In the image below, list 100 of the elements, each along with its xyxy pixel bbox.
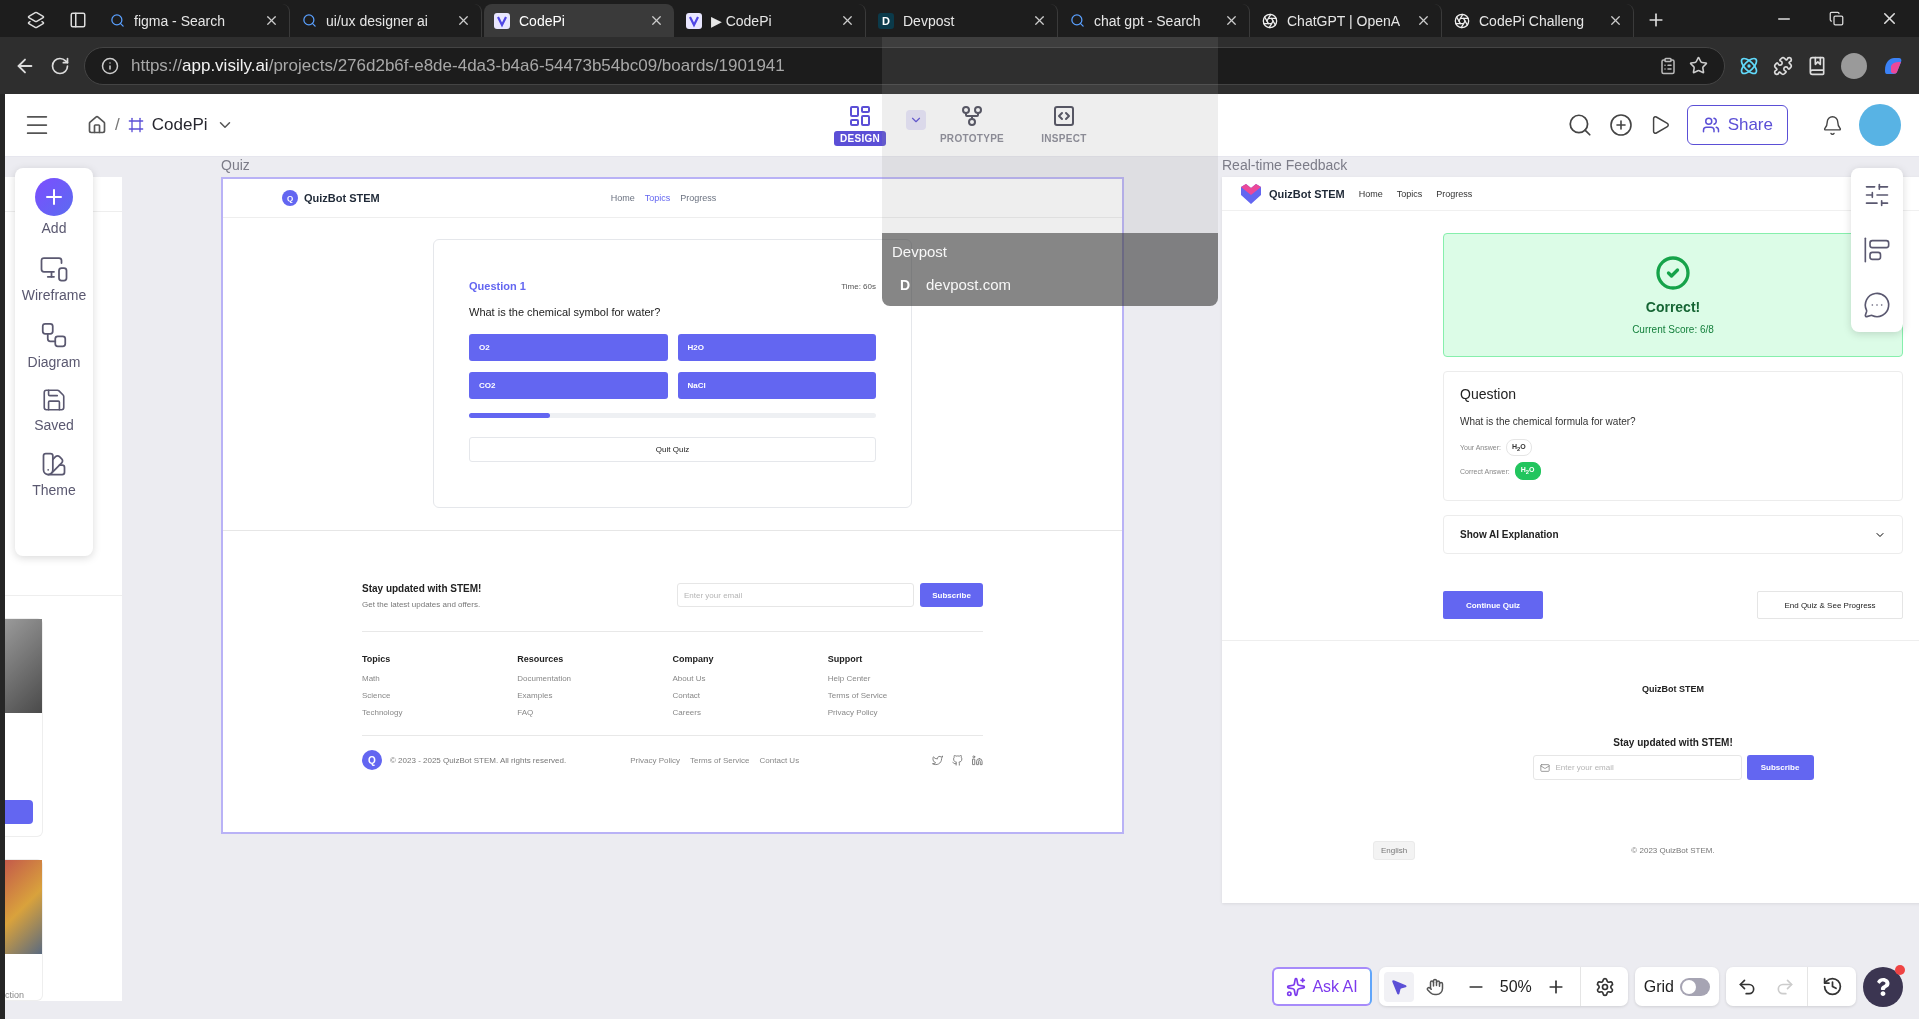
column-heading: Topics (362, 654, 392, 664)
footer-link[interactable]: Examples (517, 687, 673, 704)
linkedin-icon[interactable] (972, 754, 983, 766)
close-icon[interactable] (456, 13, 471, 28)
add-icon[interactable] (1608, 113, 1633, 137)
column-heading: Company (672, 654, 715, 664)
comment-icon[interactable] (1863, 290, 1891, 319)
site-letter: D (900, 276, 912, 293)
footer-link[interactable]: Science (362, 687, 518, 704)
tool-item[interactable]: Add (35, 178, 73, 236)
email-field[interactable]: Enter your email (677, 583, 914, 607)
restore-icon[interactable] (1829, 11, 1844, 26)
close-icon[interactable] (1032, 13, 1047, 28)
bell-icon[interactable] (1822, 114, 1843, 136)
subscribe-button[interactable]: Subscribe (1746, 755, 1814, 780)
footer-link[interactable]: Help Center (827, 670, 983, 687)
help-button[interactable] (1863, 967, 1903, 1007)
share-button[interactable]: Share (1686, 105, 1788, 145)
mode-tab[interactable]: PROTOTYPE (926, 104, 1018, 146)
close-icon[interactable] (1416, 13, 1431, 28)
footer-link[interactable]: Privacy Policy (827, 704, 983, 721)
code-icon (1052, 104, 1076, 128)
bookmarks-icon[interactable] (1807, 55, 1827, 76)
close-icon[interactable] (840, 13, 855, 28)
home-icon[interactable] (87, 115, 107, 135)
info-icon[interactable] (101, 56, 119, 75)
logo-icon (494, 12, 510, 29)
nav-link[interactable]: Home (1358, 188, 1383, 199)
site-letter: D (878, 12, 894, 29)
footer-link[interactable]: Privacy Policy (630, 751, 680, 769)
close-icon[interactable] (1224, 13, 1239, 28)
quit-button[interactable]: Quit Quiz (469, 437, 876, 462)
tool-item[interactable]: Diagram (27, 320, 81, 370)
diagram-icon (39, 320, 69, 350)
star-icon[interactable] (1689, 56, 1708, 75)
footer-link[interactable]: About Us (672, 670, 828, 687)
answer-option[interactable]: CO2 (469, 372, 668, 399)
clipboard-icon[interactable] (1659, 56, 1677, 75)
ask-ai-button[interactable]: Ask AI (1272, 967, 1372, 1006)
close-icon[interactable] (649, 13, 664, 28)
footer-link[interactable]: FAQ (517, 704, 673, 721)
newsletter-title: Stay updated with STEM! (362, 583, 482, 594)
footer-link[interactable]: Terms of Service (827, 687, 983, 704)
search-icon[interactable] (1566, 112, 1593, 138)
answer-option[interactable]: H2O (677, 334, 876, 361)
puzzle-icon[interactable] (1773, 55, 1793, 76)
language-selector[interactable]: English (1373, 841, 1416, 860)
profile-avatar[interactable] (1841, 52, 1867, 79)
address-bar[interactable]: https://app.visily.ai/projects/276d2b6f-e8de-4da3-b4a6-54473b54bc09/boards/1901941 (84, 46, 1725, 85)
answer-option[interactable]: O2 (469, 334, 668, 361)
mode-dropdown[interactable] (906, 110, 926, 130)
search-icon (110, 13, 125, 28)
email-field[interactable]: Enter your email (1532, 755, 1742, 780)
answer-option[interactable]: NaCl (677, 372, 876, 399)
nav-link[interactable]: Progress (680, 193, 717, 203)
mode-tab[interactable]: INSPECT (1018, 104, 1110, 146)
footer-link[interactable]: Math (362, 670, 518, 687)
footer-link[interactable]: Contact Us (759, 751, 800, 769)
pointer-tool[interactable] (1383, 971, 1414, 1002)
tool-item[interactable]: Saved (34, 387, 74, 433)
aperture-icon (1454, 12, 1470, 29)
question-number: Question 1 (469, 280, 526, 292)
mode-tab[interactable]: DESIGN (814, 104, 906, 146)
reload-icon[interactable] (50, 55, 70, 76)
subscribe-button[interactable]: Subscribe (920, 583, 983, 607)
align-icon[interactable] (1863, 236, 1891, 264)
footer-link[interactable]: Technology (362, 704, 518, 721)
nav-link[interactable]: Topics (1396, 188, 1423, 199)
copyright-text: © 2023 - 2025 QuizBot STEM. All rights reserved. (390, 755, 567, 765)
settings-icon[interactable] (1594, 976, 1615, 997)
tool-item[interactable]: Theme (32, 450, 76, 498)
footer-link[interactable]: Contact (672, 687, 828, 704)
footer-link[interactable]: Terms of Service (690, 751, 750, 769)
nav-link[interactable]: Home (610, 193, 635, 203)
nav-link[interactable]: Topics (644, 193, 671, 203)
browser-tab[interactable]: CodePi (484, 4, 674, 37)
logo-badge: Q (282, 190, 298, 206)
close-icon[interactable] (1608, 13, 1623, 28)
footer-link[interactable]: Documentation (517, 670, 673, 687)
swatch-icon (40, 450, 68, 478)
undo-icon[interactable] (1737, 976, 1757, 997)
footer-link[interactable]: Careers (672, 704, 828, 721)
atom-icon[interactable] (1739, 55, 1759, 76)
close-icon[interactable] (264, 13, 279, 28)
github-icon[interactable] (952, 754, 963, 766)
bird-icon[interactable] (932, 754, 943, 766)
search-icon (1070, 13, 1085, 28)
history-icon[interactable] (1822, 976, 1843, 997)
tool-item[interactable]: Wireframe (21, 253, 87, 303)
zoom-level: 50% (1498, 977, 1533, 996)
project-name[interactable]: CodePi (151, 115, 208, 135)
question-icon (1874, 978, 1892, 996)
add-icon (35, 178, 73, 216)
branch-icon (960, 104, 984, 128)
continue-button[interactable]: Continue Quiz (1443, 591, 1543, 619)
score-text: Current Score: 6/8 (1632, 324, 1714, 335)
explanation-toggle[interactable]: Show AI Explanation (1443, 515, 1903, 554)
grid-switch[interactable] (1680, 977, 1710, 996)
end-quiz-button[interactable]: End Quiz & See Progress (1757, 591, 1903, 619)
nav-link[interactable]: Progress (1436, 188, 1473, 199)
